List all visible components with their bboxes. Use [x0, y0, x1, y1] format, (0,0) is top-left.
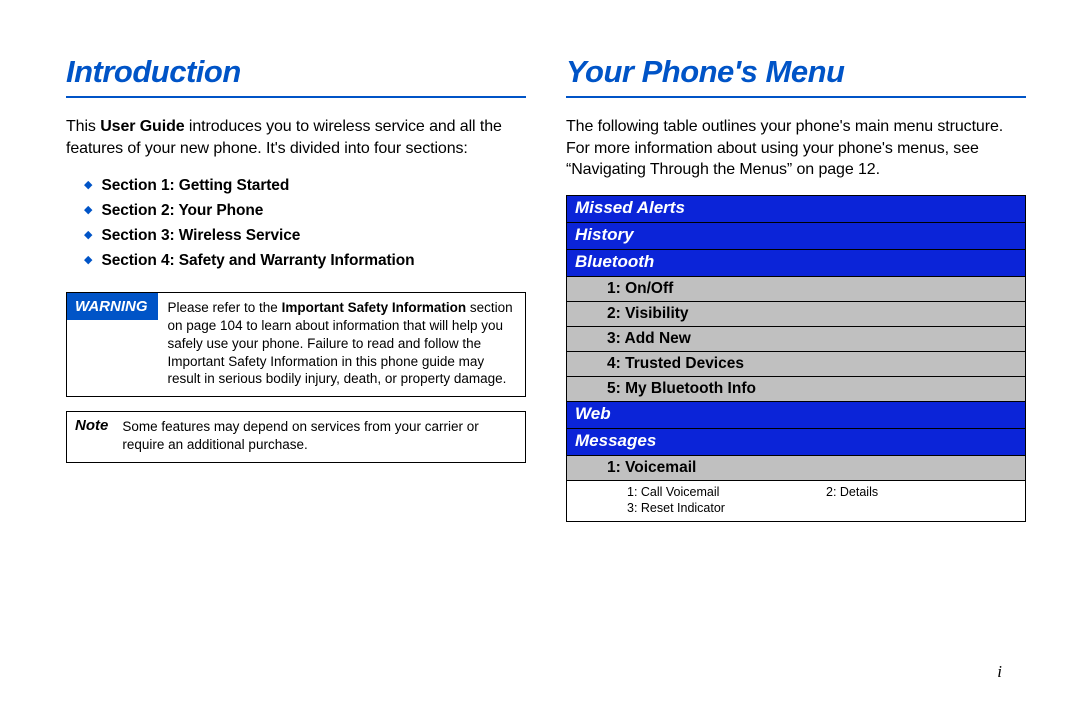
section-label: Section 3: Wireless Service — [101, 227, 300, 245]
note-tag: Note — [67, 412, 118, 439]
diamond-icon: ◆ — [84, 230, 92, 241]
section-list: ◆ Section 1: Getting Started ◆ Section 2: … — [84, 177, 526, 270]
note-callout: Note Some features may depend on service… — [66, 411, 526, 463]
warning-tag: WARNING — [67, 293, 158, 320]
intro-rule — [66, 96, 526, 98]
intro-paragraph: This User Guide introduces you to wirele… — [66, 116, 526, 159]
menu-item: 5: My Bluetooth Info — [567, 376, 1025, 401]
section-item: ◆ Section 3: Wireless Service — [84, 227, 526, 245]
section-label: Section 2: Your Phone — [101, 202, 263, 220]
menu-table: Missed Alerts History Bluetooth 1: On/Of… — [566, 195, 1026, 522]
warning-pre: Please refer to the — [168, 300, 282, 315]
nested-item: 2: Details — [826, 485, 1017, 499]
note-body: Some features may depend on services fro… — [118, 412, 525, 462]
left-column: Introduction This User Guide introduces … — [66, 54, 526, 522]
menu-rule — [566, 96, 1026, 98]
diamond-icon: ◆ — [84, 205, 92, 216]
page-number: i — [997, 662, 1002, 682]
warning-callout: WARNING Please refer to the Important Sa… — [66, 292, 526, 397]
menu-item: 2: Visibility — [567, 301, 1025, 326]
menu-header-missed-alerts: Missed Alerts — [567, 196, 1025, 222]
menu-item: 1: On/Off — [567, 276, 1025, 301]
section-item: ◆ Section 2: Your Phone — [84, 202, 526, 220]
menu-header-web: Web — [567, 401, 1025, 428]
section-label: Section 4: Safety and Warranty Informati… — [101, 252, 414, 270]
nested-row: 1: Call Voicemail 2: Details 3: Reset In… — [567, 480, 1025, 521]
menu-paragraph: The following table outlines your phone'… — [566, 116, 1026, 181]
section-label: Section 1: Getting Started — [101, 177, 289, 195]
intro-heading: Introduction — [66, 54, 526, 90]
warning-body: Please refer to the Important Safety Inf… — [158, 293, 526, 396]
intro-bold: User Guide — [100, 118, 184, 135]
menu-header-messages: Messages — [567, 428, 1025, 455]
intro-pre: This — [66, 118, 100, 135]
menu-header-history: History — [567, 222, 1025, 249]
nested-item: 3: Reset Indicator — [627, 501, 818, 515]
menu-header-bluetooth: Bluetooth — [567, 249, 1025, 276]
nested-item: 1: Call Voicemail — [627, 485, 818, 499]
section-item: ◆ Section 4: Safety and Warranty Informat… — [84, 252, 526, 270]
menu-item: 3: Add New — [567, 326, 1025, 351]
section-item: ◆ Section 1: Getting Started — [84, 177, 526, 195]
menu-heading: Your Phone's Menu — [566, 54, 1026, 90]
warning-bold: Important Safety Information — [282, 300, 467, 315]
menu-item-voicemail: 1: Voicemail — [567, 455, 1025, 480]
right-column: Your Phone's Menu The following table ou… — [566, 54, 1026, 522]
diamond-icon: ◆ — [84, 255, 92, 266]
diamond-icon: ◆ — [84, 180, 92, 191]
menu-item: 4: Trusted Devices — [567, 351, 1025, 376]
